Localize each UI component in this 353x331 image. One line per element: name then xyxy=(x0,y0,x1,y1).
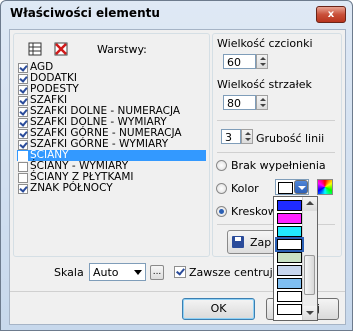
layer-visibility-checkbox[interactable] xyxy=(18,151,28,161)
always-center-checkbox[interactable] xyxy=(174,266,186,278)
layer-visibility-checkbox[interactable] xyxy=(18,85,28,95)
color-option[interactable] xyxy=(277,265,302,276)
color-option[interactable] xyxy=(277,252,302,263)
layers-list[interactable]: AGD DODATKI PODESTY SZAFKI SZAFKI DOLNE - NU… xyxy=(17,62,206,194)
layer-visibility-checkbox[interactable] xyxy=(18,162,28,172)
fill-none-label: Brak wypełnienia xyxy=(231,159,326,172)
arrow-size-label: Wielkość strzałek xyxy=(217,78,312,91)
scale-select[interactable]: Auto xyxy=(89,263,146,281)
scroll-up-icon[interactable] xyxy=(303,197,317,211)
font-size-spinner[interactable] xyxy=(256,54,268,69)
fill-hatch-radio[interactable] xyxy=(216,206,227,217)
fill-color-label: Kolor xyxy=(231,182,259,195)
color-option[interactable] xyxy=(277,213,302,224)
font-size-label: Wielkość czcionki xyxy=(217,37,313,50)
color-palette-icon[interactable] xyxy=(317,179,333,195)
title-bar[interactable]: Właściwości elementu x xyxy=(1,1,352,25)
line-width-label: Grubość linii xyxy=(256,132,325,145)
color-option[interactable] xyxy=(277,304,302,315)
ok-button[interactable]: OK xyxy=(182,298,255,320)
layer-visibility-checkbox[interactable] xyxy=(18,107,28,117)
chevron-down-icon xyxy=(134,270,142,275)
fill-color-radio[interactable] xyxy=(216,183,227,194)
always-center-label: Zawsze centruj xyxy=(189,266,273,279)
scale-more-button[interactable]: ... xyxy=(150,265,164,280)
chevron-down-icon[interactable] xyxy=(294,180,308,194)
save-button-label: Zap xyxy=(250,236,272,249)
layer-row[interactable]: ZNAK PÓŁNOCY xyxy=(17,183,206,194)
color-swatch xyxy=(278,182,293,194)
scale-label: Skala xyxy=(54,266,84,279)
layer-visibility-checkbox[interactable] xyxy=(18,96,28,106)
layers-header-label: Warstwy: xyxy=(97,43,147,56)
arrow-size-spinner[interactable] xyxy=(256,95,268,110)
color-option[interactable] xyxy=(277,200,302,211)
color-dropdown-list[interactable] xyxy=(273,196,318,321)
layer-visibility-checkbox[interactable] xyxy=(18,173,28,183)
line-width-input[interactable]: 3 xyxy=(221,129,241,144)
fill-color-dropdown[interactable] xyxy=(275,179,309,195)
layer-visibility-checkbox[interactable] xyxy=(18,74,28,84)
color-option[interactable] xyxy=(275,237,304,252)
layer-visibility-checkbox[interactable] xyxy=(18,118,28,128)
arrow-size-input[interactable]: 80 xyxy=(223,95,256,110)
layer-visibility-checkbox[interactable] xyxy=(18,129,28,139)
layer-delete-icon[interactable] xyxy=(54,42,68,56)
scale-select-value: Auto xyxy=(93,266,119,279)
divider xyxy=(217,152,335,153)
fill-none-radio[interactable] xyxy=(216,160,227,171)
color-option[interactable] xyxy=(277,291,302,302)
line-width-spinner[interactable] xyxy=(241,129,253,144)
scroll-down-icon[interactable] xyxy=(303,306,317,320)
layer-visibility-checkbox[interactable] xyxy=(18,140,28,150)
color-list-scrollbar[interactable] xyxy=(302,197,317,320)
color-option[interactable] xyxy=(277,278,302,289)
font-size-input[interactable]: 60 xyxy=(223,54,256,69)
layer-grid-icon[interactable] xyxy=(28,42,42,56)
layers-panel: Warstwy: AGD DODATKI PODESTY SZAFKI SZAFKI D… xyxy=(13,33,210,257)
layer-visibility-checkbox[interactable] xyxy=(18,184,28,194)
floppy-disk-icon xyxy=(232,236,244,248)
close-button[interactable]: x xyxy=(316,6,346,23)
layer-label: ZNAK PÓŁNOCY xyxy=(30,182,113,194)
divider xyxy=(217,120,335,121)
window-title: Właściwości elementu xyxy=(10,6,160,20)
layer-visibility-checkbox[interactable] xyxy=(18,63,28,73)
color-option[interactable] xyxy=(277,226,302,237)
scroll-thumb[interactable] xyxy=(304,255,315,295)
dialog-window: Właściwości elementu x Warstwy: AGD DODAT… xyxy=(0,0,353,331)
